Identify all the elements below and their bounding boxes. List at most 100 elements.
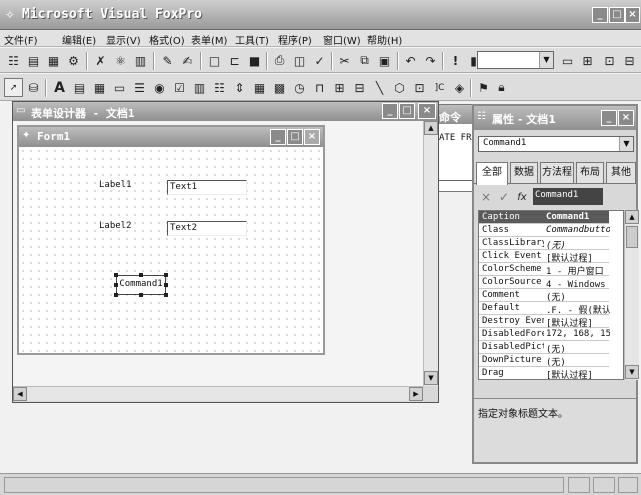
scroll-up-icon[interactable]: ▲ bbox=[424, 121, 438, 135]
new-file-icon[interactable]: □ bbox=[205, 51, 224, 70]
grid-icon[interactable]: ▦ bbox=[250, 78, 269, 97]
command-window-icon[interactable]: ▭ bbox=[558, 51, 577, 70]
scroll-left-icon[interactable]: ◀ bbox=[13, 387, 27, 401]
prop-row[interactable]: Comment (无) bbox=[479, 289, 609, 303]
prop-row[interactable]: DisabledForeColor172, 168, 153 bbox=[479, 328, 610, 341]
properties-title-bar[interactable]: ☷ 属性 - 文档1 _ × bbox=[474, 106, 636, 130]
scroll-thumb[interactable] bbox=[626, 226, 638, 248]
menu-edit[interactable]: 编辑(E) bbox=[62, 32, 96, 47]
redo-icon[interactable]: ↷ bbox=[421, 51, 440, 70]
form-designer-window[interactable]: ▭ 表单设计器 - 文档1 _ □ × ✦ Form1 _ □ × Label1… bbox=[12, 101, 439, 403]
combobox-icon[interactable]: ▥ bbox=[190, 78, 209, 97]
tab-all[interactable]: 全部 bbox=[476, 162, 508, 185]
text1-box[interactable]: Text1 bbox=[167, 180, 247, 195]
paste-icon[interactable]: ▣ bbox=[375, 51, 394, 70]
tab-layout[interactable]: 布局 bbox=[576, 162, 604, 183]
property-grid-scrollbar[interactable]: ▲ ▼ bbox=[624, 210, 639, 380]
label-control-icon[interactable]: A bbox=[50, 78, 69, 97]
label1[interactable]: Label1 bbox=[99, 180, 132, 190]
function-icon[interactable]: fx bbox=[514, 189, 530, 205]
timer-icon[interactable]: ◷ bbox=[290, 78, 309, 97]
cut-icon[interactable]: ✂ bbox=[335, 51, 354, 70]
form1-window[interactable]: ✦ Form1 _ □ × Label1 Text1 Label2 Text2 … bbox=[17, 125, 325, 355]
form1-title-bar[interactable]: ✦ Form1 _ □ × bbox=[19, 127, 323, 147]
code-window-icon[interactable]: ⊟ bbox=[620, 51, 639, 70]
palette-icon[interactable]: ✍ bbox=[178, 51, 197, 70]
scroll-right-icon[interactable]: ▶ bbox=[409, 387, 423, 401]
database-combo[interactable]: ▼ bbox=[477, 51, 554, 69]
prop-row[interactable]: ClassLibrary (无) bbox=[479, 237, 609, 251]
command-button-icon[interactable]: ▭ bbox=[110, 78, 129, 97]
menu-form[interactable]: 表单(M) bbox=[191, 32, 227, 47]
run-icon[interactable]: ! bbox=[446, 51, 465, 70]
prop-row[interactable]: DisabledPicture(无) bbox=[479, 341, 609, 355]
property-grid[interactable]: Caption Command1 Class Commandbutton Class… bbox=[478, 210, 624, 380]
form1-minimize-button[interactable]: _ bbox=[270, 129, 286, 145]
autoformat-icon[interactable]: ✎ bbox=[158, 51, 177, 70]
maximize-button[interactable]: □ bbox=[609, 7, 625, 23]
menu-help[interactable]: 帮助(H) bbox=[367, 32, 402, 47]
container-icon[interactable]: ⊡ bbox=[410, 78, 429, 97]
textbox-control-icon[interactable]: ▤ bbox=[70, 78, 89, 97]
scroll-down-icon[interactable]: ▼ bbox=[625, 365, 639, 379]
checkbox-icon[interactable]: ☑ bbox=[170, 78, 189, 97]
menu-view[interactable]: 显示(V) bbox=[106, 32, 141, 47]
accept-icon[interactable]: ✓ bbox=[496, 189, 512, 205]
wizard-icon[interactable]: ⚙ bbox=[64, 51, 83, 70]
cancel-icon[interactable]: × bbox=[478, 189, 494, 205]
ole-bound-icon[interactable]: ⊟ bbox=[350, 78, 369, 97]
prop-row[interactable]: ColorSource4 - Windows 配 bbox=[479, 276, 610, 290]
line-icon[interactable]: ╲ bbox=[370, 78, 389, 97]
hyperlink-icon[interactable]: ◈ bbox=[450, 78, 469, 97]
fd-minimize-button[interactable]: _ bbox=[382, 103, 398, 119]
fd-vertical-scrollbar[interactable]: ▲ ▼ bbox=[423, 121, 438, 386]
prop-row[interactable]: Destroy Event[默认过程] bbox=[479, 315, 609, 329]
scroll-down-icon[interactable]: ▼ bbox=[424, 371, 438, 385]
open-folder-icon[interactable]: ⊏ bbox=[225, 51, 244, 70]
ole-container-icon[interactable]: ⊞ bbox=[330, 78, 349, 97]
chevron-down-icon[interactable]: ▼ bbox=[619, 137, 633, 151]
prop-row[interactable]: Click Event [默认过程] bbox=[479, 250, 609, 264]
tab-data[interactable]: 数据 bbox=[510, 162, 538, 183]
prop-row[interactable]: Class Commandbutton bbox=[479, 224, 610, 237]
spell-check-icon[interactable]: ✓ bbox=[310, 51, 329, 70]
menu-tools[interactable]: 工具(T) bbox=[235, 32, 269, 47]
command-group-icon[interactable]: ☰ bbox=[130, 78, 149, 97]
tools-icon[interactable]: ✗ bbox=[91, 51, 110, 70]
listbox-icon[interactable]: ☷ bbox=[210, 78, 229, 97]
form-control-icon[interactable]: ▦ bbox=[44, 51, 63, 70]
tab-methods[interactable]: 方法程 bbox=[540, 162, 574, 183]
option-group-icon[interactable]: ◉ bbox=[150, 78, 169, 97]
layout-icon[interactable]: ▤ bbox=[24, 51, 43, 70]
undo-icon[interactable]: ↶ bbox=[401, 51, 420, 70]
property-value-input[interactable]: Command1 bbox=[533, 188, 603, 205]
menu-program[interactable]: 程序(P) bbox=[278, 32, 312, 47]
prop-close-button[interactable]: × bbox=[618, 110, 634, 126]
fd-maximize-button[interactable]: □ bbox=[399, 103, 415, 119]
menu-window[interactable]: 窗口(W) bbox=[323, 32, 361, 47]
command1-button[interactable]: Command1 bbox=[116, 275, 166, 295]
copy-icon[interactable]: ⧉ bbox=[355, 51, 374, 70]
fd-horizontal-scrollbar[interactable]: ◀ ▶ bbox=[13, 386, 423, 401]
prop-row[interactable]: DownPicture (无) bbox=[479, 354, 609, 368]
separator-icon[interactable]: ]C bbox=[430, 78, 449, 97]
label2[interactable]: Label2 bbox=[99, 221, 132, 231]
print-preview-icon[interactable]: ◫ bbox=[290, 51, 309, 70]
image-icon[interactable]: ▩ bbox=[270, 78, 289, 97]
form1-close-button[interactable]: × bbox=[304, 129, 320, 145]
prop-row[interactable]: Drag [默认过程] bbox=[479, 367, 609, 379]
fd-close-button[interactable]: × bbox=[418, 103, 436, 119]
data-session-icon[interactable]: ⊞ bbox=[578, 51, 597, 70]
save-icon[interactable]: ■ bbox=[245, 51, 264, 70]
form-designer-title-bar[interactable]: ▭ 表单设计器 - 文档1 _ □ × bbox=[13, 102, 438, 121]
code-icon[interactable]: ▥ bbox=[131, 51, 150, 70]
editbox-control-icon[interactable]: ▦ bbox=[90, 78, 109, 97]
prop-row[interactable]: Default .F. - 假(默认) bbox=[479, 302, 610, 316]
shape-icon[interactable]: ⬡ bbox=[390, 78, 409, 97]
scroll-up-icon[interactable]: ▲ bbox=[625, 210, 639, 224]
builder-icon[interactable]: ⚛ bbox=[111, 51, 130, 70]
menu-file[interactable]: 文件(F) bbox=[4, 32, 38, 47]
builder-lock-icon[interactable]: ⚑ bbox=[474, 78, 493, 97]
properties-window[interactable]: ☷ 属性 - 文档1 _ × Command1 ▼ 全部 数据 方法程 布局 其… bbox=[472, 104, 639, 464]
select-objects-icon[interactable]: ➚ bbox=[4, 78, 23, 97]
